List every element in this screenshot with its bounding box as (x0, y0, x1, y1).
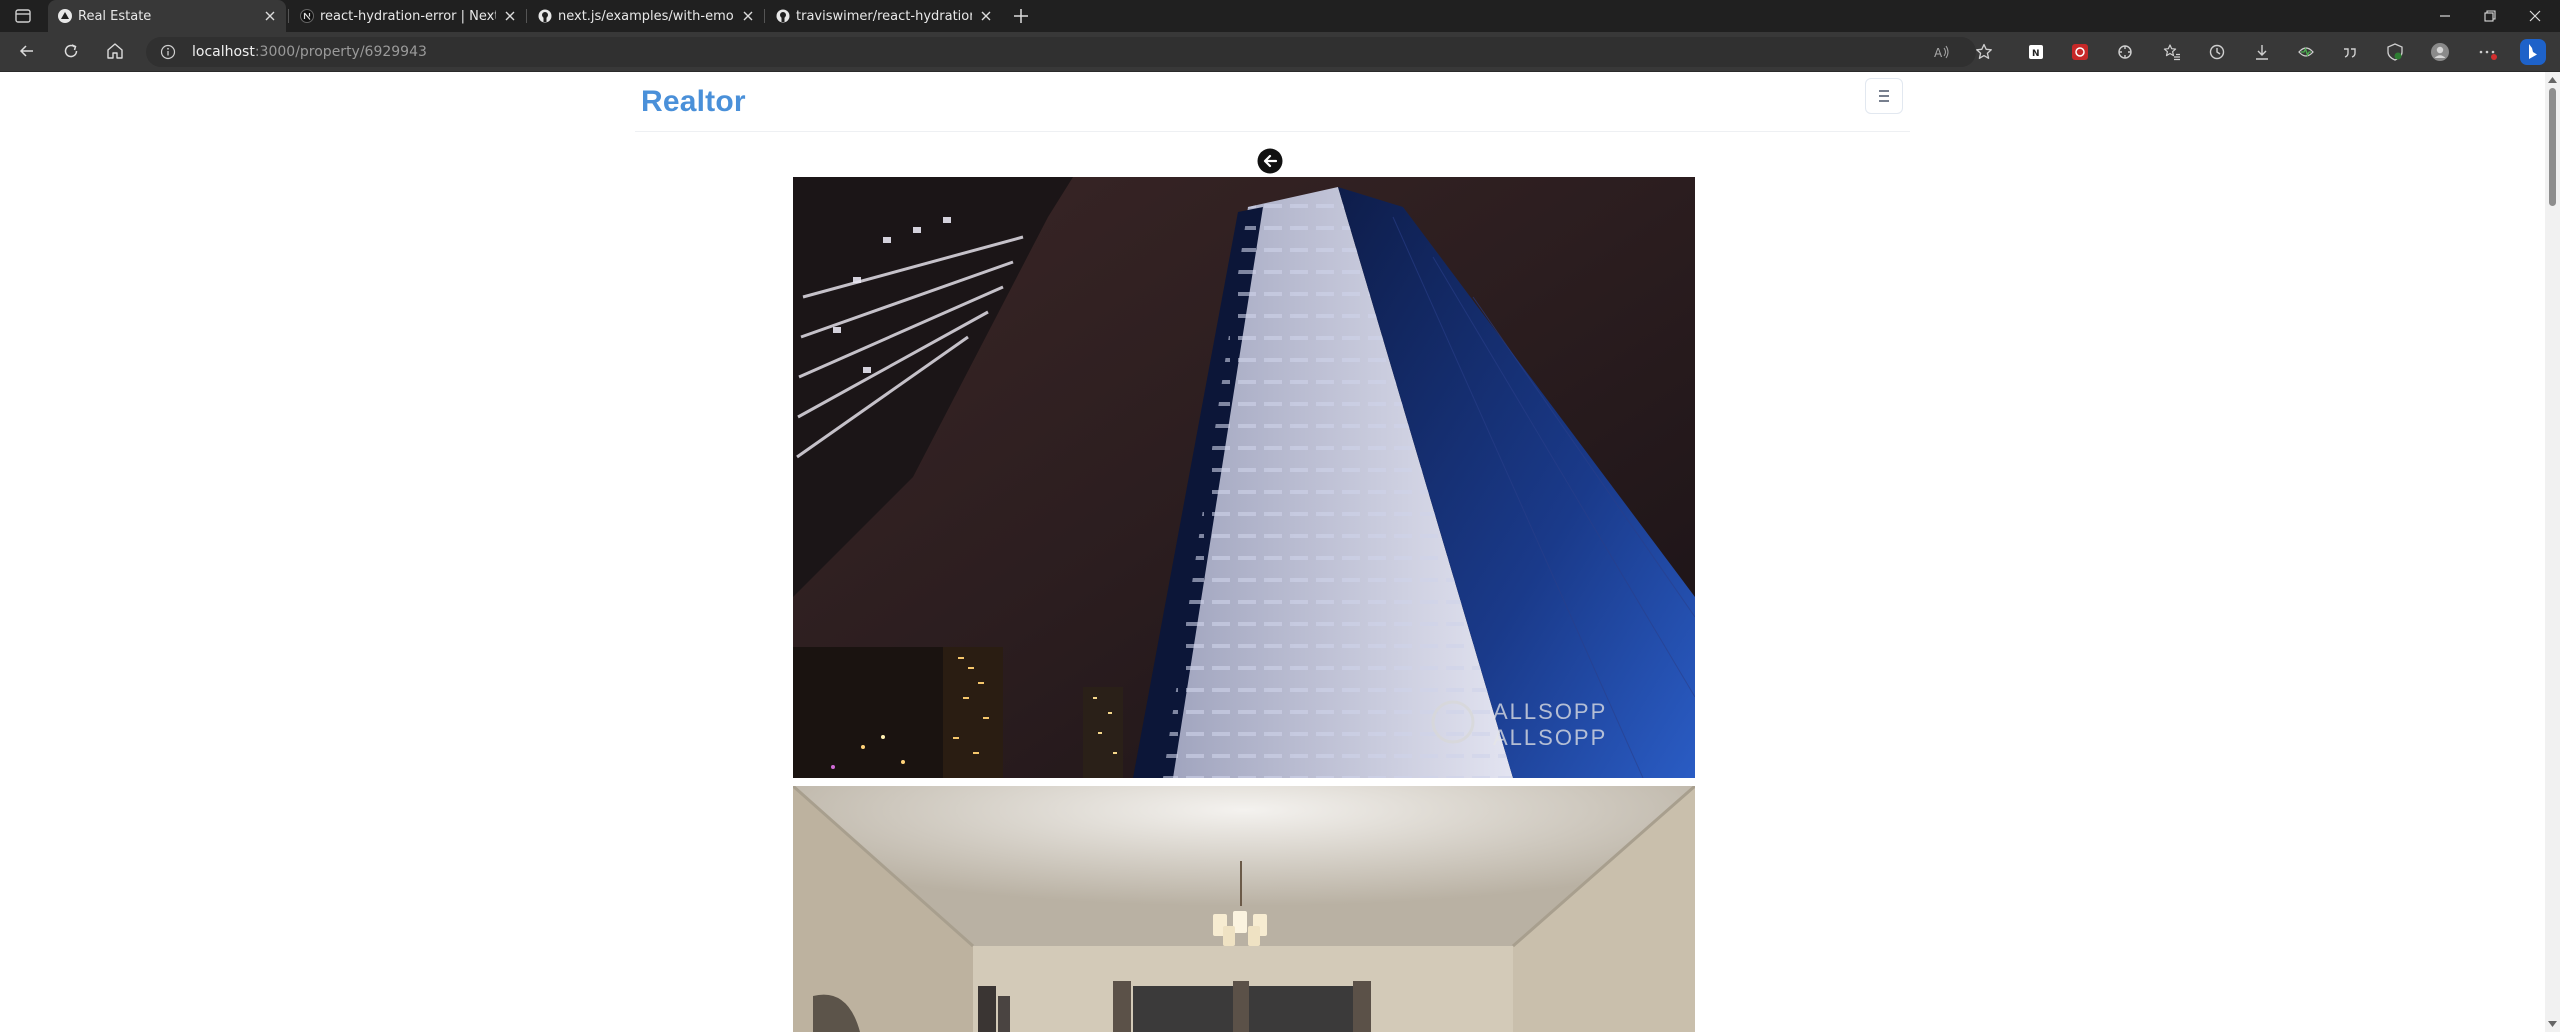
bing-copilot-icon[interactable] (2519, 38, 2547, 66)
hamburger-menu-button[interactable] (1865, 78, 1903, 114)
browser-tab-strip: Real Estate react-hydration-error | Next… (0, 0, 2560, 32)
close-tab-icon[interactable] (978, 8, 994, 24)
github-icon (538, 9, 552, 23)
brand-logo[interactable]: Realtor (641, 85, 746, 119)
property-photo-tower: ALLSOPP ALLSOPP (793, 177, 1695, 778)
tab-title: next.js/examples/with-emotion a (558, 9, 734, 24)
favorites-icon[interactable] (2161, 41, 2183, 63)
refresh-icon[interactable] (60, 40, 82, 62)
close-tab-icon[interactable] (502, 8, 518, 24)
tab-title: traviswimer/react-hydration-pro (796, 9, 972, 24)
tab-separator (764, 9, 765, 23)
extension-icon[interactable] (2069, 41, 2091, 63)
property-photo-interior (793, 786, 1695, 1032)
quote-icon[interactable] (2339, 41, 2361, 63)
svg-text:A: A (1934, 46, 1943, 60)
extension-icon[interactable]: N (2025, 41, 2047, 63)
tab-nextjs-with-emotion[interactable]: next.js/examples/with-emotion a (528, 0, 764, 32)
svg-text:ALLSOPP: ALLSOPP (1493, 725, 1607, 750)
svg-text:N: N (2032, 49, 2040, 59)
url-text[interactable]: localhost:3000/property/6929943 (192, 44, 427, 60)
hamburger-icon (1879, 90, 1889, 102)
performance-icon[interactable] (2295, 41, 2317, 63)
site-info-icon[interactable] (160, 44, 176, 60)
more-menu-icon[interactable] (2476, 41, 2498, 63)
extensions-puzzle-icon[interactable] (2114, 41, 2136, 63)
read-aloud-icon[interactable]: A (1931, 41, 1953, 63)
profile-avatar-icon[interactable] (2429, 41, 2451, 63)
new-tab-icon[interactable] (1010, 5, 1032, 27)
browser-essentials-icon[interactable] (2384, 41, 2406, 63)
tab-traviswimer-repo[interactable]: traviswimer/react-hydration-pro (766, 0, 1002, 32)
restore-icon[interactable] (2479, 5, 2501, 27)
url-path: :3000/property/6929943 (254, 44, 427, 60)
back-icon[interactable] (16, 40, 38, 62)
svg-text:ALLSOPP: ALLSOPP (1493, 699, 1607, 724)
scroll-down-arrow-icon[interactable] (2548, 1021, 2557, 1028)
history-icon[interactable] (2206, 41, 2228, 63)
nextjs-icon (300, 9, 314, 23)
scroll-up-arrow-icon[interactable] (2548, 76, 2557, 83)
address-bar[interactable]: localhost:3000/property/6929943 A (146, 37, 1976, 67)
tab-title: Real Estate (78, 9, 152, 24)
close-window-icon[interactable] (2524, 5, 2546, 27)
github-icon (776, 9, 790, 23)
tab-title: react-hydration-error | Next.js (320, 9, 496, 24)
tab-separator (526, 9, 527, 23)
home-icon[interactable] (104, 40, 126, 62)
page-content: Realtor ALLSOPP ALLSOPP (0, 72, 2545, 1032)
tab-separator (288, 9, 289, 23)
back-arrow-button[interactable] (1257, 148, 1283, 174)
tab-react-hydration-error[interactable]: react-hydration-error | Next.js (290, 0, 526, 32)
close-tab-icon[interactable] (262, 8, 278, 24)
scrollbar-thumb[interactable] (2549, 88, 2556, 206)
close-tab-icon[interactable] (740, 8, 756, 24)
browser-toolbar: localhost:3000/property/6929943 A N (0, 32, 2560, 72)
minimize-icon[interactable] (2434, 5, 2456, 27)
arrow-left-circle-icon (1257, 148, 1283, 174)
tab-actions-icon[interactable] (12, 5, 34, 27)
tab-real-estate[interactable]: Real Estate (48, 0, 286, 32)
header-divider (635, 131, 1910, 132)
nextjs-triangle-icon (58, 9, 72, 23)
downloads-icon[interactable] (2251, 41, 2273, 63)
url-host: localhost (192, 44, 255, 60)
favorite-star-icon[interactable] (1973, 41, 1995, 63)
page-scrollbar[interactable] (2545, 72, 2560, 1032)
